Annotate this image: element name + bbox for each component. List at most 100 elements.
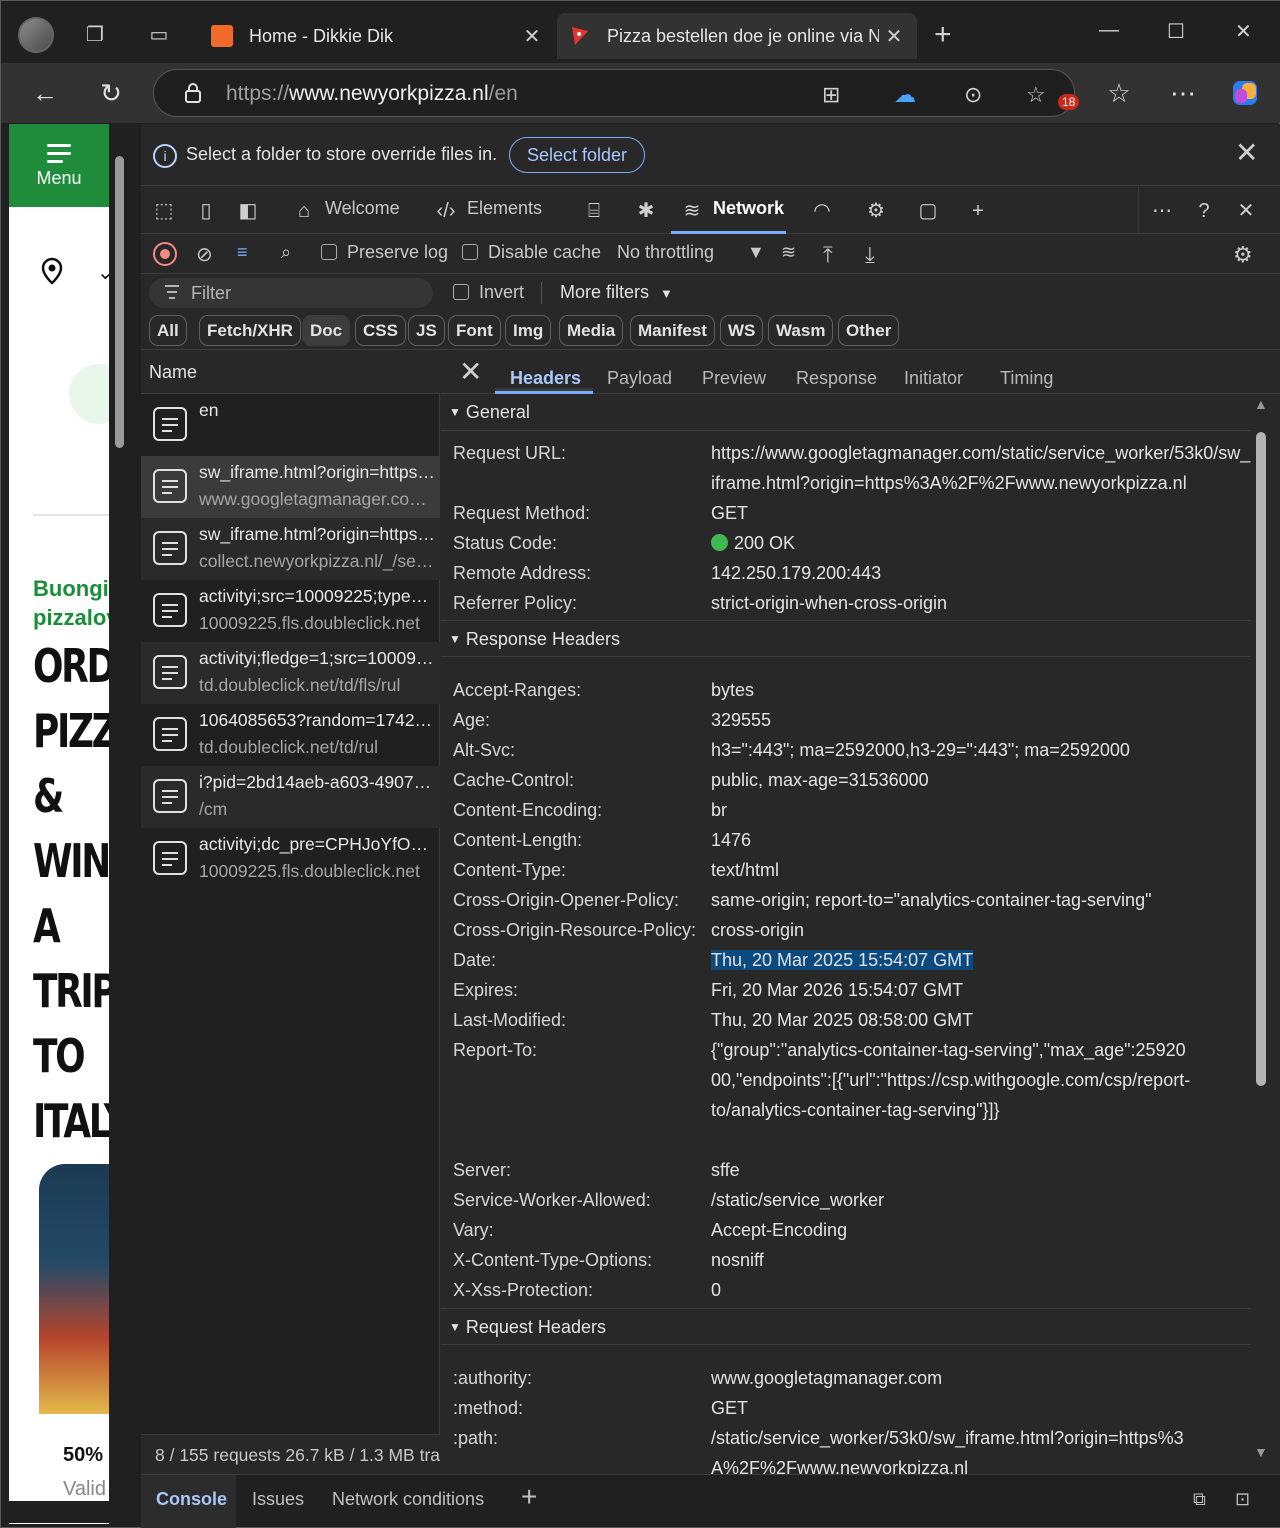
minimize-button[interactable]: — bbox=[1099, 19, 1119, 42]
details-scrollbar[interactable]: ▲ ▼ bbox=[1253, 394, 1280, 1474]
network-conditions-icon[interactable]: ≋ bbox=[781, 242, 796, 263]
chevron-down-icon[interactable]: ⌄ bbox=[97, 260, 109, 285]
filter-chip-img[interactable]: Img bbox=[505, 315, 552, 346]
filter-chip-wasm[interactable]: Wasm bbox=[768, 315, 834, 346]
filter-chip-doc[interactable]: Doc bbox=[302, 315, 351, 346]
menu-button[interactable]: Menu bbox=[9, 124, 109, 207]
filter-chip-ws[interactable]: WS bbox=[720, 315, 764, 346]
tab-new-york-pizza[interactable]: Pizza bestellen doe je online via New Yo… bbox=[557, 13, 917, 59]
tab-response[interactable]: Response bbox=[796, 368, 877, 389]
tab-initiator[interactable]: Initiator bbox=[904, 368, 963, 389]
filter-chip-css[interactable]: CSS bbox=[355, 315, 406, 346]
tab-network[interactable]: Network bbox=[713, 198, 784, 219]
request-row[interactable]: i?pid=2bd14aeb-a603-4907-8e1c /cm bbox=[141, 766, 440, 828]
details-scrollbar-thumb[interactable] bbox=[1256, 432, 1266, 1086]
location-pin-icon[interactable] bbox=[37, 256, 67, 286]
request-row[interactable]: en bbox=[141, 394, 440, 456]
product-card[interactable] bbox=[33, 334, 109, 516]
tab-preview[interactable]: Preview bbox=[702, 368, 766, 389]
request-headers-section-header[interactable]: Request Headers bbox=[441, 1308, 1251, 1345]
upload-icon[interactable]: ⤒ bbox=[823, 242, 833, 268]
tab-dikkie-dik[interactable]: Home - Dikkie Dik ✕ bbox=[199, 13, 555, 59]
name-column-header[interactable]: Name bbox=[141, 350, 440, 394]
filter-chip-font[interactable]: Font bbox=[448, 315, 501, 346]
request-row[interactable]: 1064085653?random=1742486047 td.doublecl… bbox=[141, 704, 440, 766]
settings-more-icon[interactable]: ⋯ bbox=[1167, 77, 1199, 109]
add-drawer-tab-icon[interactable]: + bbox=[521, 1481, 537, 1513]
tab-welcome[interactable]: Welcome bbox=[325, 198, 400, 219]
filter-input[interactable]: Filter bbox=[149, 278, 433, 308]
refresh-button[interactable]: ↻ bbox=[95, 77, 127, 109]
drawer-tab-issues[interactable]: Issues bbox=[252, 1489, 304, 1510]
filter-chip-all[interactable]: All bbox=[149, 315, 187, 346]
favorite-star-icon[interactable]: ☆ bbox=[1026, 82, 1046, 108]
tab-payload[interactable]: Payload bbox=[607, 368, 672, 389]
filter-chip-manifest[interactable]: Manifest bbox=[630, 315, 715, 346]
tab-headers[interactable]: Headers bbox=[510, 368, 581, 389]
filter-settings-icon[interactable]: ≡ bbox=[237, 242, 248, 263]
tab-timing[interactable]: Timing bbox=[1000, 368, 1053, 389]
device-toolbar-icon[interactable]: ▯ bbox=[193, 198, 219, 224]
close-details-icon[interactable]: ✕ bbox=[459, 358, 482, 386]
preserve-log-checkbox[interactable]: Preserve log bbox=[321, 242, 448, 263]
back-button[interactable]: ← bbox=[29, 77, 61, 109]
memory-chip-icon[interactable]: ⚙ bbox=[863, 198, 889, 224]
favorites-icon[interactable]: ☆ bbox=[1103, 77, 1135, 109]
response-headers-section-header[interactable]: Response Headers bbox=[441, 620, 1251, 657]
profile-avatar[interactable] bbox=[18, 17, 54, 53]
vertical-tabs-icon[interactable]: ▭ bbox=[145, 21, 173, 49]
sources-bug-icon[interactable]: ✱ bbox=[633, 198, 659, 224]
more-icon[interactable]: ⊙ bbox=[964, 82, 982, 108]
dock-side-icon[interactable]: ◧ bbox=[235, 198, 261, 224]
more-tools-plus-icon[interactable]: + bbox=[965, 198, 991, 224]
request-row[interactable]: sw_iframe.html?origin=https%3A%2F%2Fwww.… bbox=[141, 518, 440, 580]
drawer-tab-console[interactable]: Console bbox=[156, 1489, 227, 1510]
selected-text[interactable]: Thu, 20 Mar 2025 15:54:07 GMT bbox=[711, 950, 974, 970]
workspaces-icon[interactable]: ❐ bbox=[81, 21, 109, 49]
wifi-icon[interactable]: ≋ bbox=[679, 198, 705, 224]
drawer-tab-network-conditions[interactable]: Network conditions bbox=[332, 1489, 484, 1510]
close-window-button[interactable]: ✕ bbox=[1235, 19, 1252, 44]
app-available-icon[interactable]: ⊞ bbox=[822, 82, 840, 108]
more-filters-dropdown[interactable]: More filters ▼ bbox=[560, 282, 673, 303]
select-folder-button[interactable]: Select folder bbox=[509, 137, 646, 173]
close-devtools-icon[interactable]: ✕ bbox=[1233, 198, 1259, 224]
collapse-drawer-icon[interactable]: ⊡ bbox=[1235, 1489, 1250, 1510]
scroll-down-icon[interactable]: ▼ bbox=[1254, 1444, 1268, 1460]
home-icon[interactable]: ⌂ bbox=[291, 198, 317, 224]
request-row[interactable]: activityi;dc_pre=CPHJoYfOonMDFQ 10009225… bbox=[141, 828, 440, 890]
tab-elements[interactable]: Elements bbox=[467, 198, 542, 219]
page-scrollbar-thumb[interactable] bbox=[115, 156, 124, 448]
record-stop-icon[interactable] bbox=[153, 242, 177, 266]
filter-chip-media[interactable]: Media bbox=[559, 315, 624, 346]
page-scrollbar[interactable] bbox=[109, 124, 131, 1524]
close-infobar-icon[interactable]: ✕ bbox=[1235, 139, 1258, 167]
scroll-up-icon[interactable]: ▲ bbox=[1254, 396, 1268, 412]
clear-icon[interactable]: ⊘ bbox=[196, 242, 213, 267]
console-warning-icon[interactable]: ⌸ bbox=[581, 198, 607, 224]
inspect-element-icon[interactable]: ⬚ bbox=[151, 198, 177, 224]
filter-chip-other[interactable]: Other bbox=[838, 315, 900, 346]
request-row-selected[interactable]: sw_iframe.html?origin=https%3A%2F%2Fwww.… bbox=[141, 456, 440, 518]
new-tab-button[interactable]: + bbox=[934, 20, 952, 50]
help-icon[interactable]: ? bbox=[1191, 198, 1217, 224]
network-settings-gear-icon[interactable]: ⚙ bbox=[1233, 242, 1253, 268]
close-tab-icon[interactable]: ✕ bbox=[879, 24, 909, 49]
request-row[interactable]: activityi;src=10009225;type=invmedia 100… bbox=[141, 580, 440, 642]
maximize-button[interactable]: ☐ bbox=[1167, 19, 1185, 44]
throttling-dropdown-icon[interactable]: ▼ bbox=[747, 242, 765, 263]
filter-chip-js[interactable]: JS bbox=[408, 315, 445, 346]
filter-chip-fetch-xhr[interactable]: Fetch/XHR bbox=[199, 315, 301, 346]
search-icon[interactable]: ⌕ bbox=[281, 242, 291, 263]
promo-image[interactable] bbox=[39, 1164, 109, 1414]
request-row[interactable]: activityi;fledge=1;src=10009225 td.doubl… bbox=[141, 642, 440, 704]
invert-checkbox[interactable]: Invert bbox=[453, 282, 524, 303]
page-horizontal-scrollbar[interactable] bbox=[9, 1501, 109, 1523]
address-bar[interactable]: https://www.newyorkpizza.nl/en ⊞ ☁ 18 ⊙ … bbox=[153, 69, 1080, 117]
url-text[interactable]: https://www.newyorkpizza.nl/en bbox=[226, 82, 518, 106]
lock-icon[interactable] bbox=[182, 82, 204, 104]
performance-gauge-icon[interactable]: ◠ bbox=[809, 198, 835, 224]
elements-code-icon[interactable]: ‹/› bbox=[433, 198, 459, 224]
disable-cache-checkbox[interactable]: Disable cache bbox=[462, 242, 601, 263]
copilot-icon[interactable] bbox=[1229, 77, 1261, 109]
